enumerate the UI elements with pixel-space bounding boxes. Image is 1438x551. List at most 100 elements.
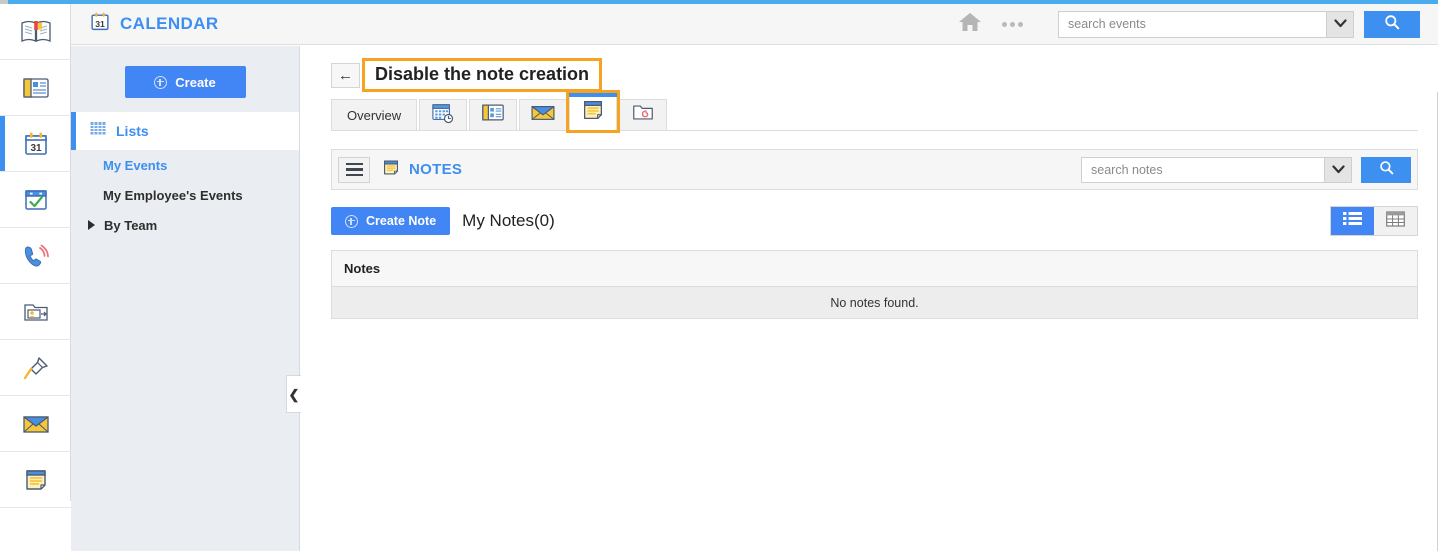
notes-list-heading: My Notes(0) bbox=[462, 211, 555, 230]
rail-item-mail[interactable] bbox=[0, 396, 71, 452]
tab-label: Overview bbox=[347, 107, 402, 123]
chevron-down-icon bbox=[1331, 161, 1345, 179]
app-title: CALENDAR bbox=[120, 14, 219, 33]
search-submit-button[interactable] bbox=[1364, 10, 1420, 38]
module-menu-button[interactable] bbox=[338, 156, 370, 183]
notes-table-header: Notes bbox=[332, 251, 1417, 287]
column-header-notes: Notes bbox=[344, 261, 381, 276]
app-root: 31 31 CALENDAR search events Create List… bbox=[0, 0, 1438, 551]
table-view-button[interactable] bbox=[1374, 207, 1417, 235]
notes-search-submit-button[interactable] bbox=[1361, 156, 1411, 183]
tab-calendar-events[interactable] bbox=[419, 99, 468, 130]
notes-empty-row: No notes found. bbox=[332, 287, 1417, 318]
record-tabs: Overview bbox=[331, 90, 1418, 133]
plus-circle-icon bbox=[345, 214, 358, 228]
notes-toolbar: Create Note My Notes(0) bbox=[331, 206, 1418, 236]
page-header: ← Disable the note creation bbox=[331, 58, 603, 92]
hamburger-menu-icon bbox=[345, 173, 363, 177]
create-button-label: Create bbox=[175, 74, 216, 90]
calendar-clock-icon bbox=[431, 102, 455, 129]
plus-circle-icon bbox=[154, 75, 168, 89]
envelope-icon bbox=[530, 103, 556, 128]
sidebar-item-my-employees-events[interactable]: My Employee's Events bbox=[71, 180, 299, 210]
create-button[interactable]: Create bbox=[124, 66, 246, 98]
app-logo[interactable]: 31 CALENDAR bbox=[89, 10, 219, 38]
view-toggle-group bbox=[1330, 206, 1418, 236]
header-actions bbox=[950, 9, 1438, 39]
empty-message: No notes found. bbox=[830, 295, 919, 310]
app-header: 31 CALENDAR bbox=[71, 4, 1438, 45]
chevron-left-icon: ❮ bbox=[288, 386, 300, 402]
main-content: ← Disable the note creation Overview NOT… bbox=[301, 46, 1438, 551]
open-book-icon bbox=[20, 19, 51, 45]
search-icon bbox=[1379, 160, 1394, 180]
notes-search bbox=[1081, 156, 1411, 183]
notes-module: NOTES search notes Create Note My Notes(… bbox=[331, 149, 1418, 551]
news-article-icon bbox=[21, 75, 51, 101]
back-arrow-icon: ← bbox=[338, 66, 353, 84]
grid-icon bbox=[90, 121, 106, 141]
rail-item-contacts[interactable] bbox=[0, 284, 71, 340]
home-button[interactable] bbox=[950, 9, 990, 39]
svg-text:31: 31 bbox=[95, 19, 105, 29]
create-note-button[interactable]: Create Note bbox=[331, 207, 451, 235]
back-button[interactable]: ← bbox=[331, 62, 360, 88]
page-title: Disable the note creation bbox=[362, 58, 603, 92]
tab-notes[interactable] bbox=[566, 90, 621, 133]
contact-folder-icon bbox=[21, 299, 51, 325]
create-note-label: Create Note bbox=[366, 214, 437, 228]
list-view-icon bbox=[1343, 211, 1362, 231]
tab-attachments[interactable] bbox=[619, 99, 668, 130]
hamburger-menu-icon bbox=[345, 168, 363, 171]
notes-module-header: NOTES bbox=[331, 149, 1418, 190]
sidebar-item-label: My Employee's Events bbox=[103, 187, 243, 203]
home-icon bbox=[958, 11, 982, 38]
rail-item-pin[interactable] bbox=[0, 340, 71, 396]
notes-icon bbox=[22, 466, 50, 494]
notes-table: Notes No notes found. bbox=[331, 250, 1418, 319]
envelope-icon bbox=[21, 412, 51, 436]
rail-item-book[interactable] bbox=[0, 4, 71, 60]
sidebar-item-my-events[interactable]: My Events bbox=[71, 150, 299, 180]
list-view-button[interactable] bbox=[1331, 207, 1374, 235]
chevron-down-icon bbox=[1333, 15, 1347, 33]
table-view-icon bbox=[1386, 210, 1405, 232]
search-scope-dropdown[interactable] bbox=[1326, 10, 1354, 38]
hamburger-menu-icon bbox=[345, 162, 363, 166]
rail-item-tasks[interactable] bbox=[0, 172, 71, 228]
search-input[interactable] bbox=[1058, 10, 1326, 38]
more-options-button[interactable] bbox=[990, 9, 1034, 39]
notes-search-input[interactable] bbox=[1081, 156, 1324, 183]
more-dots-icon bbox=[1001, 21, 1007, 27]
sidebar-item-label: By Team bbox=[104, 217, 158, 233]
calendar-31-icon: 31 bbox=[22, 130, 50, 158]
sidebar-item-by-team[interactable]: By Team bbox=[71, 210, 299, 240]
calendar-check-icon bbox=[22, 186, 50, 214]
more-dots-icon bbox=[1009, 21, 1015, 27]
sidebar-section-label: Lists bbox=[116, 123, 149, 139]
tab-details[interactable] bbox=[469, 99, 518, 130]
sidebar-section-lists[interactable]: Lists bbox=[71, 112, 299, 150]
sidebar-item-label: My Events bbox=[103, 157, 168, 173]
rail-item-news[interactable] bbox=[0, 60, 71, 116]
rail-item-notes[interactable] bbox=[0, 452, 71, 508]
attachment-folder-icon bbox=[631, 102, 655, 128]
details-list-icon bbox=[481, 102, 505, 128]
module-title: NOTES bbox=[409, 161, 463, 178]
pushpin-icon bbox=[21, 354, 51, 382]
notes-icon bbox=[381, 157, 401, 183]
more-dots-icon bbox=[1017, 21, 1023, 27]
rail-item-calls[interactable] bbox=[0, 228, 71, 284]
sidebar-collapse-handle[interactable]: ❮ bbox=[286, 375, 301, 413]
app-icon-rail: 31 bbox=[0, 4, 71, 508]
svg-text:31: 31 bbox=[30, 143, 42, 154]
tab-emails[interactable] bbox=[519, 99, 568, 130]
chevron-right-icon bbox=[88, 220, 95, 230]
tab-overview[interactable]: Overview bbox=[331, 99, 418, 130]
calendar-31-icon: 31 bbox=[89, 10, 111, 38]
search-icon bbox=[1384, 14, 1400, 35]
sidebar: Create Lists My Events My Employee's Eve… bbox=[71, 46, 300, 551]
phone-ringing-icon bbox=[21, 242, 51, 270]
notes-search-scope-dropdown[interactable] bbox=[1324, 156, 1352, 183]
rail-item-calendar[interactable]: 31 bbox=[0, 116, 71, 172]
